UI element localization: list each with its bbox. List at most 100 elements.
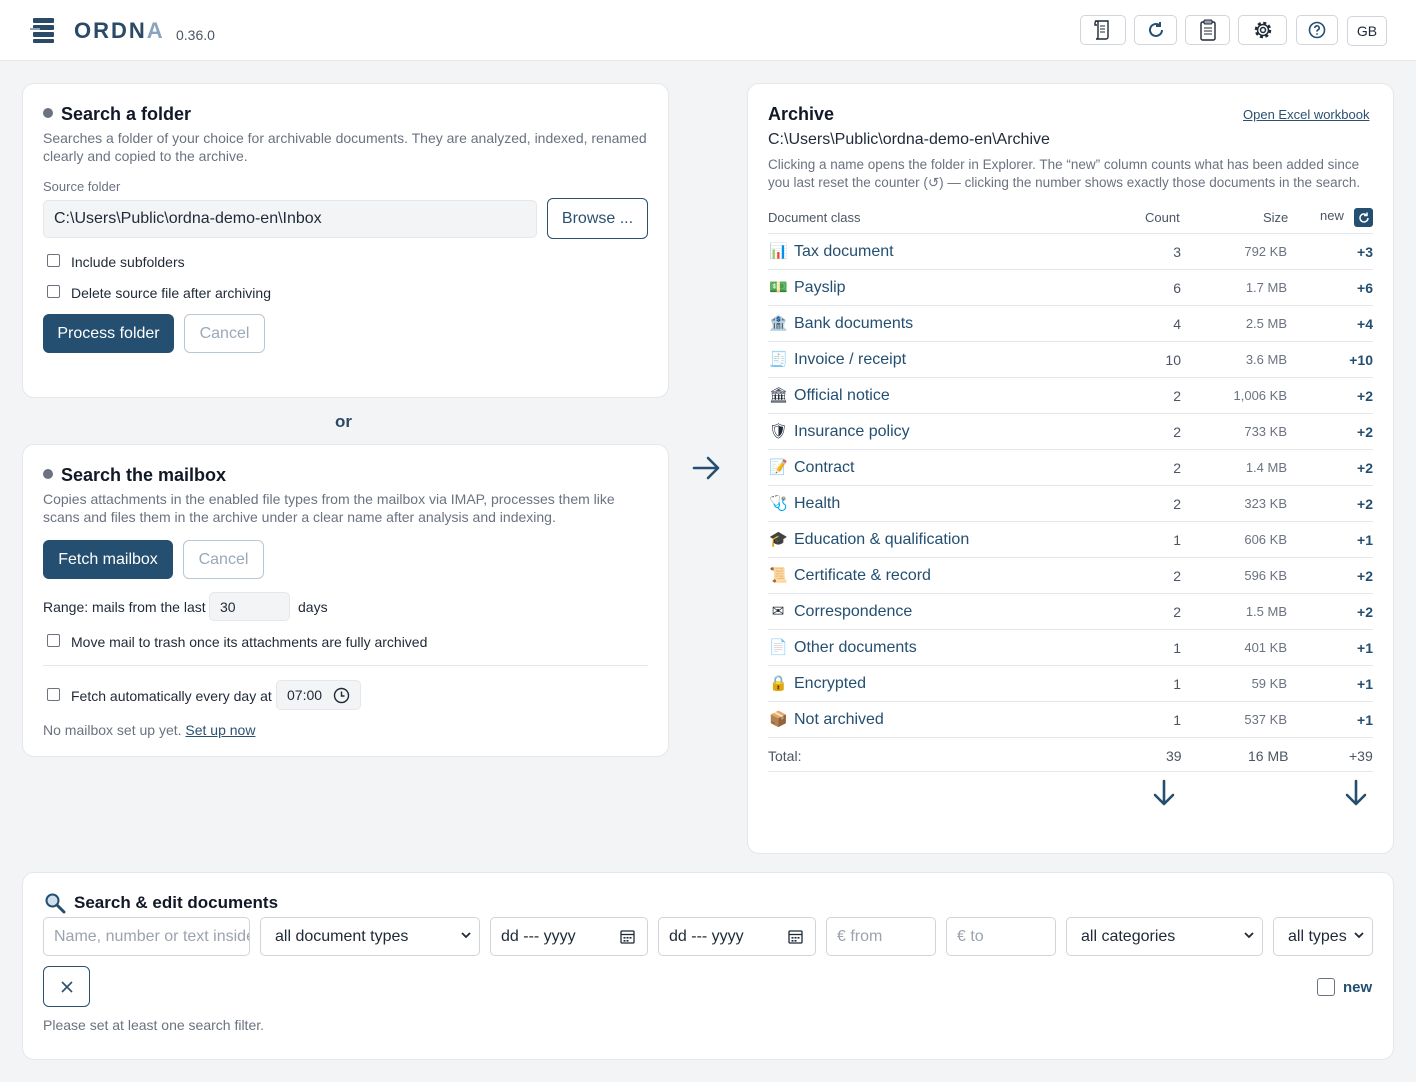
- amount-to-input[interactable]: € to: [946, 917, 1056, 956]
- date-from-input[interactable]: dd --- yyyy: [490, 917, 648, 956]
- new-count-link[interactable]: +2: [1357, 388, 1373, 404]
- archive-row[interactable]: 📊 Tax document 3 792 KB +3: [768, 234, 1373, 270]
- new-count-link[interactable]: +3: [1357, 244, 1373, 260]
- close-icon: [60, 980, 73, 993]
- or-separator: or: [335, 412, 352, 431]
- range-days-unit: days: [298, 599, 328, 615]
- chevron-down-icon: [1354, 932, 1364, 939]
- document-class-name[interactable]: Correspondence: [794, 603, 912, 621]
- calendar-icon[interactable]: [620, 929, 635, 944]
- archive-row[interactable]: 📝 Contract 2 1.4 MB +2: [768, 450, 1373, 486]
- delete-source-checkbox[interactable]: [47, 285, 60, 298]
- document-count: 1: [1173, 532, 1181, 548]
- arrow-down-icon[interactable]: [1344, 779, 1368, 807]
- document-class-name[interactable]: Certificate & record: [794, 567, 931, 585]
- document-class-name[interactable]: Tax document: [794, 243, 894, 261]
- document-count: 3: [1173, 244, 1181, 260]
- refresh-icon: [1148, 22, 1163, 37]
- archive-row[interactable]: 🧾 Invoice / receipt 10 3.6 MB +10: [768, 342, 1373, 378]
- include-subfolders-checkbox[interactable]: [47, 254, 60, 267]
- new-count-link[interactable]: +1: [1357, 676, 1373, 692]
- document-count: 2: [1173, 496, 1181, 512]
- fetch-mailbox-button[interactable]: Fetch mailbox: [43, 540, 173, 579]
- document-class-name[interactable]: Bank documents: [794, 315, 913, 333]
- help-button[interactable]: [1296, 15, 1338, 45]
- cancel-mailbox-button[interactable]: Cancel: [183, 540, 264, 579]
- browse-button[interactable]: Browse ...: [547, 198, 648, 239]
- document-class-name[interactable]: Health: [794, 495, 840, 513]
- calendar-icon[interactable]: [788, 929, 803, 944]
- archive-row[interactable]: 📦 Not archived 1 537 KB +1: [768, 702, 1373, 738]
- document-class-name[interactable]: Payslip: [794, 279, 846, 297]
- document-class-name[interactable]: Not archived: [794, 711, 884, 729]
- archive-row[interactable]: ✉ Correspondence 2 1.5 MB +2: [768, 594, 1373, 630]
- search-text-input[interactable]: Name, number or text inside: [43, 917, 250, 956]
- document-class-name[interactable]: Other documents: [794, 639, 917, 657]
- document-class-name[interactable]: Encrypted: [794, 675, 866, 693]
- document-class-name[interactable]: Insurance policy: [794, 423, 910, 441]
- document-class-name[interactable]: Contract: [794, 459, 854, 477]
- new-count-link[interactable]: +2: [1357, 568, 1373, 584]
- new-count-link[interactable]: +2: [1357, 460, 1373, 476]
- document-class-name[interactable]: Official notice: [794, 387, 890, 405]
- document-class-name[interactable]: Invoice / receipt: [794, 351, 906, 369]
- archive-row[interactable]: 🛡 Insurance policy 2 733 KB +2: [768, 414, 1373, 450]
- language-button[interactable]: GB: [1347, 16, 1387, 46]
- archive-row[interactable]: 🩺 Health 2 323 KB +2: [768, 486, 1373, 522]
- move-trash-label: Move mail to trash once its attachments …: [71, 634, 428, 650]
- clipboard-button[interactable]: [1185, 15, 1230, 45]
- document-type-select[interactable]: all document types: [260, 917, 480, 956]
- arrow-down-icon[interactable]: [1152, 779, 1176, 807]
- category-select[interactable]: all categories: [1066, 917, 1263, 956]
- new-count-link[interactable]: +1: [1357, 712, 1373, 728]
- auto-fetch-checkbox[interactable]: [47, 688, 60, 701]
- new-only-checkbox[interactable]: [1317, 978, 1335, 996]
- total-label: Total:: [768, 748, 802, 764]
- new-count-link[interactable]: +2: [1357, 604, 1373, 620]
- archive-row[interactable]: 📜 Certificate & record 2 596 KB +2: [768, 558, 1373, 594]
- new-count-link[interactable]: +1: [1357, 640, 1373, 656]
- archive-row[interactable]: 🏛 Official notice 2 1,006 KB +2: [768, 378, 1373, 414]
- document-size: 606 KB: [1244, 532, 1287, 547]
- new-count-link[interactable]: +2: [1357, 496, 1373, 512]
- cancel-folder-button[interactable]: Cancel: [184, 314, 265, 353]
- log-button[interactable]: [1080, 15, 1126, 45]
- refresh-button[interactable]: [1134, 15, 1177, 45]
- clear-filters-button[interactable]: [43, 966, 90, 1007]
- new-count-link[interactable]: +6: [1357, 280, 1373, 296]
- document-count: 1: [1173, 640, 1181, 656]
- reset-counter-button[interactable]: [1354, 208, 1373, 227]
- archive-row[interactable]: 🔒 Encrypted 1 59 KB +1: [768, 666, 1373, 702]
- new-count-link[interactable]: +10: [1349, 352, 1373, 368]
- move-trash-checkbox[interactable]: [47, 634, 60, 647]
- file-type-select[interactable]: all types: [1273, 917, 1373, 956]
- document-count: 4: [1173, 316, 1181, 332]
- range-label: Range: mails from the last: [43, 599, 206, 615]
- range-days-input[interactable]: 30: [209, 592, 290, 621]
- source-folder-label: Source folder: [43, 179, 121, 194]
- open-excel-link[interactable]: Open Excel workbook: [1243, 107, 1369, 122]
- status-dot: [43, 108, 53, 118]
- app-version: 0.36.0: [176, 27, 215, 43]
- archive-row[interactable]: 📄 Other documents 1 401 KB +1: [768, 630, 1373, 666]
- auto-fetch-time-input[interactable]: 07:00: [276, 680, 361, 710]
- reset-icon: [1358, 212, 1369, 223]
- archive-row[interactable]: 🏦 Bank documents 4 2.5 MB +4: [768, 306, 1373, 342]
- new-count-link[interactable]: +2: [1357, 424, 1373, 440]
- document-size: 1.7 MB: [1245, 280, 1287, 295]
- archive-row[interactable]: 💵 Payslip 6 1.7 MB +6: [768, 270, 1373, 306]
- document-class-name[interactable]: Education & qualification: [794, 531, 969, 549]
- app-name: ORDNA: [74, 18, 165, 43]
- new-count-link[interactable]: +4: [1357, 316, 1373, 332]
- document-count: 2: [1173, 460, 1181, 476]
- archive-row[interactable]: 🎓 Education & qualification 1 606 KB +1: [768, 522, 1373, 558]
- document-size: 323 KB: [1244, 496, 1287, 511]
- setup-now-link[interactable]: Set up now: [185, 722, 255, 738]
- date-to-input[interactable]: dd --- yyyy: [658, 917, 816, 956]
- settings-button[interactable]: [1238, 15, 1287, 45]
- source-folder-input[interactable]: C:\Users\Public\ordna-demo-en\Inbox: [43, 200, 537, 238]
- process-folder-button[interactable]: Process folder: [43, 314, 174, 353]
- amount-from-input[interactable]: € from: [826, 917, 936, 956]
- new-count-link[interactable]: +1: [1357, 532, 1373, 548]
- total-new: +39: [1349, 748, 1373, 764]
